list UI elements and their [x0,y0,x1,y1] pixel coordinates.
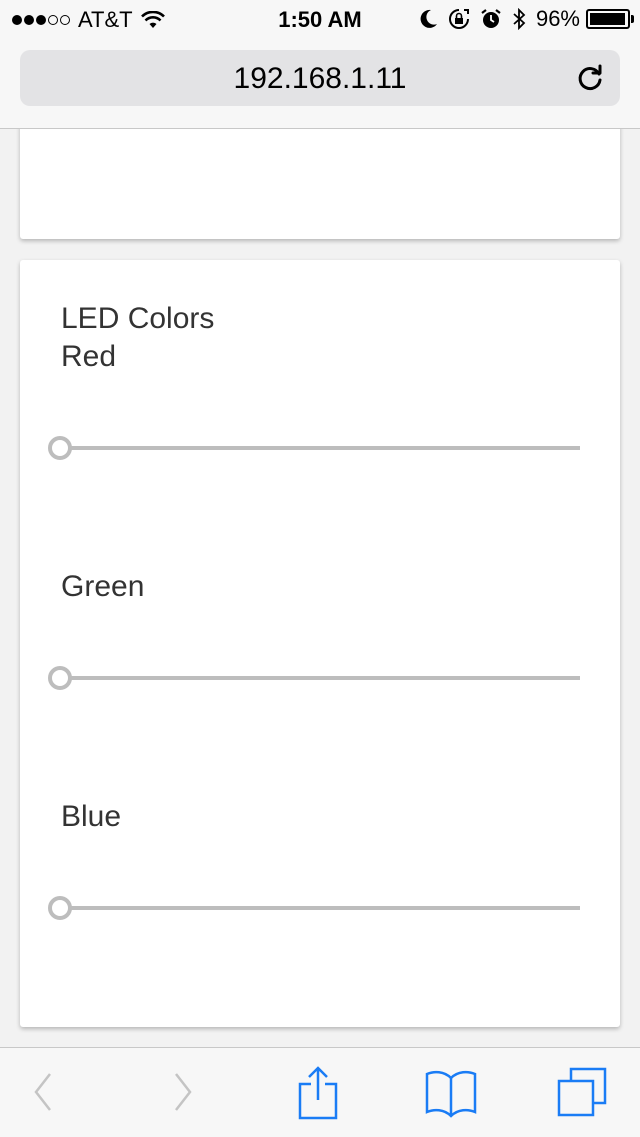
rotation-lock-icon [448,9,469,29]
red-slider-thumb[interactable] [48,436,72,460]
address-text[interactable]: 192.168.1.11 [20,62,620,96]
battery-icon [586,9,634,29]
back-icon[interactable] [28,1066,58,1118]
browser-address-area: 192.168.1.11 [0,40,640,129]
forward-icon[interactable] [168,1066,198,1118]
card-title: LED Colors [61,302,215,335]
moon-icon [420,9,437,28]
led-colors-card: LED Colors Red Green Blue [20,260,620,1027]
status-bar: AT&T 1:50 AM 96% [0,0,640,40]
blue-slider-track[interactable] [60,906,580,910]
bookmarks-icon[interactable] [424,1066,478,1118]
browser-toolbar [0,1047,640,1137]
page-content: LED Colors Red Green Blue [0,129,640,1047]
previous-card [20,129,620,239]
green-slider[interactable] [48,666,580,690]
share-icon[interactable] [296,1066,340,1120]
green-label: Green [61,570,145,603]
bluetooth-icon [513,8,526,30]
red-slider[interactable] [48,436,580,460]
blue-slider[interactable] [48,896,580,920]
battery-percent: 96% [535,6,580,31]
blue-label: Blue [61,800,122,833]
tabs-icon[interactable] [556,1066,608,1118]
green-slider-thumb[interactable] [48,666,72,690]
blue-slider-thumb[interactable] [48,896,72,920]
status-right: 96% [410,6,634,32]
reload-icon[interactable] [576,63,606,93]
alarm-icon [481,9,501,28]
red-slider-track[interactable] [60,446,580,450]
green-slider-track[interactable] [60,676,580,680]
address-bar[interactable]: 192.168.1.11 [20,50,620,106]
red-label: Red [61,340,117,373]
battery-fill [590,13,625,25]
